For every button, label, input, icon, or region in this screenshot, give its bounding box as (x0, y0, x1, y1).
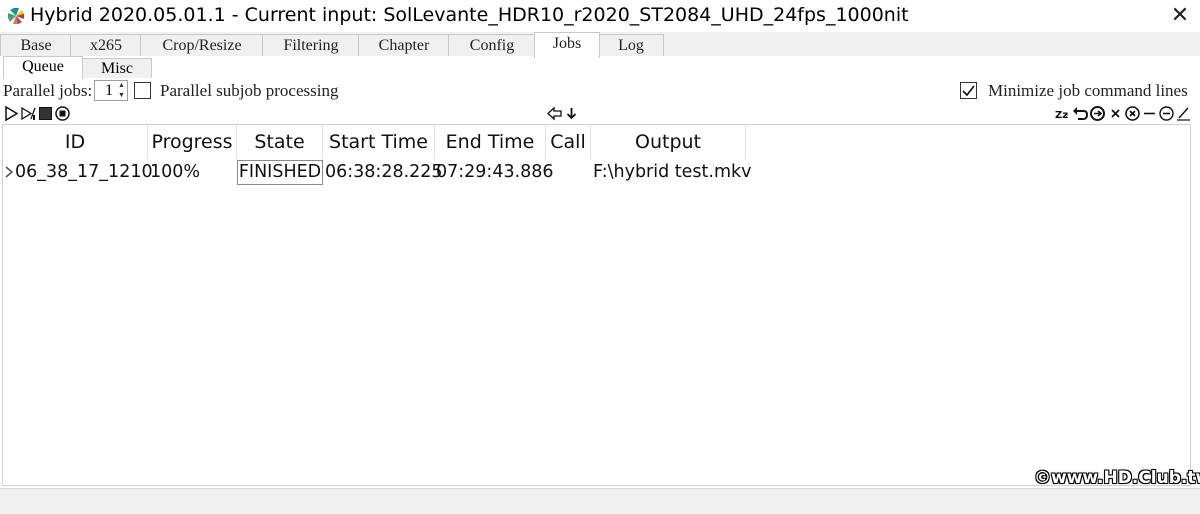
skip-icon[interactable] (20, 105, 37, 122)
minus-circle-icon[interactable] (1158, 105, 1175, 122)
parallel-jobs-label: Parallel jobs: (3, 81, 93, 100)
minimize-command-lines-checkbox[interactable] (960, 82, 977, 99)
parallel-subjob-checkbox[interactable] (134, 82, 151, 99)
column-header-id[interactable]: ID (3, 125, 148, 159)
parallel-jobs-spinbox[interactable]: 1 ▲ ▼ (94, 80, 128, 101)
cell-end-time: 07:29:43.886 (436, 162, 554, 182)
column-header-output[interactable]: Output (591, 125, 746, 159)
tab-crop-resize[interactable]: Crop/Resize (140, 34, 264, 56)
title-bar: Hybrid 2020.05.01.1 - Current input: Sol… (0, 0, 1200, 32)
main-tabbar: Base x265 Crop/Resize Filtering Chapter … (0, 32, 1200, 58)
jobs-subtabbar: Queue Misc (0, 56, 1200, 79)
undo-icon[interactable] (1072, 105, 1089, 122)
tab-base[interactable]: Base (0, 34, 72, 56)
tab-config[interactable]: Config (448, 34, 536, 56)
stop-icon[interactable] (37, 105, 54, 122)
column-header-progress[interactable]: Progress (148, 125, 237, 159)
play-icon[interactable] (3, 105, 20, 122)
row-expand-chevron-icon[interactable] (4, 166, 14, 178)
parallel-jobs-value: 1 (105, 82, 113, 99)
hybrid-app-icon (8, 8, 24, 24)
tab-x265[interactable]: x265 (70, 34, 142, 56)
cell-progress: 100% (150, 162, 201, 182)
checkmark-icon (962, 85, 975, 97)
cell-state: FINISHED (237, 160, 323, 185)
reset-icon[interactable] (1089, 105, 1106, 122)
job-queue-table[interactable]: ID Progress State Start Time End Time Ca… (2, 124, 1191, 486)
tab-filtering[interactable]: Filtering (262, 34, 360, 56)
sleep-icon[interactable]: Zz z (1054, 105, 1071, 122)
spin-down-arrow-icon[interactable]: ▼ (116, 91, 127, 100)
queue-options-row: Parallel jobs: 1 ▲ ▼ Parallel subjob pro… (0, 78, 1200, 104)
stop-circle-icon[interactable] (54, 105, 71, 122)
column-header-end-time[interactable]: End Time (435, 125, 546, 159)
tab-jobs[interactable]: Jobs (534, 32, 600, 58)
tab-log[interactable]: Log (598, 34, 664, 56)
cell-id: 06_38_17_1210 (15, 162, 153, 182)
column-header-call[interactable]: Call (546, 125, 591, 159)
minimize-command-lines-label: Minimize job command lines (988, 81, 1188, 100)
arrow-down-icon[interactable] (563, 105, 580, 122)
minus-icon[interactable] (1141, 105, 1158, 122)
cell-start-time: 06:38:28.225 (325, 162, 443, 182)
status-bar (0, 488, 1200, 514)
queue-toolbar: Zz z (0, 104, 1200, 124)
window-title: Hybrid 2020.05.01.1 - Current input: Sol… (30, 4, 909, 26)
arrow-left-icon[interactable] (546, 105, 563, 122)
spin-up-arrow-icon[interactable]: ▲ (116, 81, 127, 90)
close-button[interactable]: ✕ (1168, 4, 1192, 28)
svg-text:z: z (1065, 113, 1068, 120)
column-header-state[interactable]: State (237, 125, 323, 159)
watermark-text: ©www.HD.Club.tw (1034, 468, 1200, 488)
cell-output: F:\hybrid test.mkv (593, 162, 752, 182)
remove-icon[interactable] (1107, 105, 1124, 122)
parallel-subjob-label: Parallel subjob processing (160, 81, 339, 100)
subtab-misc[interactable]: Misc (82, 58, 152, 78)
subtab-queue[interactable]: Queue (3, 56, 83, 79)
column-header-start-time[interactable]: Start Time (323, 125, 435, 159)
edit-icon[interactable] (1175, 105, 1192, 122)
remove-circle-icon[interactable] (1124, 105, 1141, 122)
tab-chapter[interactable]: Chapter (358, 34, 450, 56)
